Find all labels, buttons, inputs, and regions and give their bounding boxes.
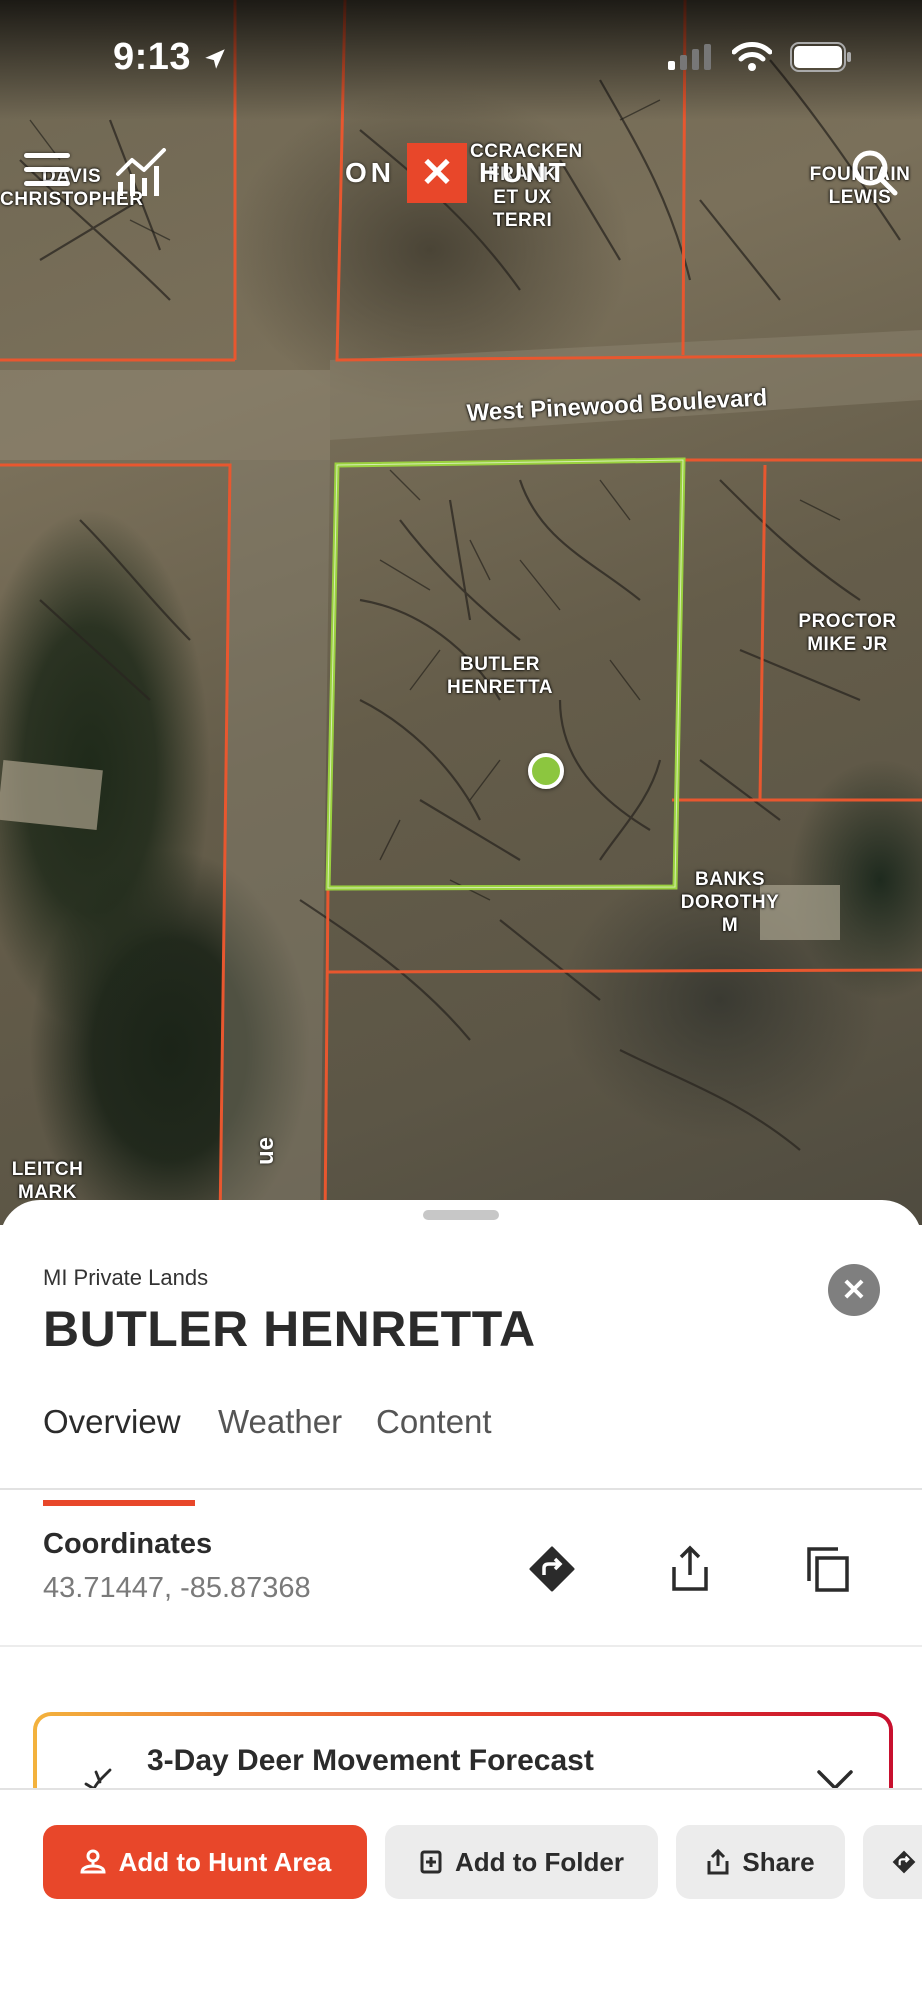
status-time: 9:13: [113, 36, 228, 79]
map-view[interactable]: 9:13 DAVIS CHRISTOPHER CCRACKEN FRANK ET…: [0, 0, 922, 1225]
parcel-label-butler: BUTLER HENRETTA: [446, 654, 554, 698]
parcel-label-leitch: LEITCH MARK: [11, 1159, 84, 1203]
tab-bar: Overview Weather Content: [0, 1380, 922, 1490]
cellular-signal-icon: [668, 44, 711, 70]
parcel-label-banks: BANKS DOROTHY M: [680, 869, 780, 936]
parcel-owner-title: BUTLER HENRETTA: [43, 1301, 536, 1357]
road-label-vertical: ue: [252, 1136, 279, 1165]
tab-weather[interactable]: Weather: [218, 1403, 342, 1441]
forecast-title: 3-Day Deer Movement Forecast: [147, 1744, 594, 1777]
battery-icon: [790, 42, 851, 72]
coordinates-value: 43.71447, -85.87368: [43, 1572, 311, 1604]
add-to-hunt-area-label: Add to Hunt Area: [118, 1846, 332, 1877]
location-pin[interactable]: [528, 753, 564, 789]
menu-icon[interactable]: [24, 153, 70, 193]
search-icon[interactable]: [850, 148, 898, 196]
sheet-drag-handle[interactable]: [423, 1210, 499, 1220]
share-label: Share: [742, 1846, 815, 1877]
add-to-hunt-area-button[interactable]: Add to Hunt Area: [43, 1825, 367, 1899]
add-to-folder-button[interactable]: Add to Folder: [385, 1825, 658, 1899]
action-bar: Add to Hunt Area Add to Folder Share: [0, 1788, 922, 2002]
directions-button[interactable]: [863, 1825, 922, 1899]
folder-add-icon: [420, 1850, 442, 1874]
share-icon[interactable]: [666, 1545, 714, 1593]
parcel-label-proctor: PROCTOR MIKE JR: [798, 611, 897, 655]
tab-overview[interactable]: Overview: [43, 1403, 181, 1441]
share-icon: [707, 1849, 729, 1875]
parcel-source: MI Private Lands: [43, 1265, 209, 1290]
onx-hunt-logo: ON ✕ HUNT: [345, 143, 569, 203]
chart-icon[interactable]: [114, 148, 168, 198]
status-bar: 9:13: [0, 0, 922, 120]
close-icon: ✕: [841, 1273, 867, 1307]
directions-icon[interactable]: [528, 1545, 576, 1593]
wifi-icon: [732, 42, 772, 71]
directions-icon: [892, 1850, 916, 1874]
add-to-folder-label: Add to Folder: [455, 1846, 624, 1877]
hunt-area-icon: [80, 1849, 106, 1874]
coordinates-row: Coordinates 43.71447, -85.87368: [0, 1490, 922, 1647]
tab-content[interactable]: Content: [376, 1403, 492, 1441]
copy-icon[interactable]: [804, 1545, 852, 1593]
share-button[interactable]: Share: [676, 1825, 845, 1899]
location-arrow-icon: [205, 49, 225, 69]
close-button[interactable]: ✕: [828, 1264, 880, 1316]
coordinates-label: Coordinates: [43, 1528, 213, 1560]
